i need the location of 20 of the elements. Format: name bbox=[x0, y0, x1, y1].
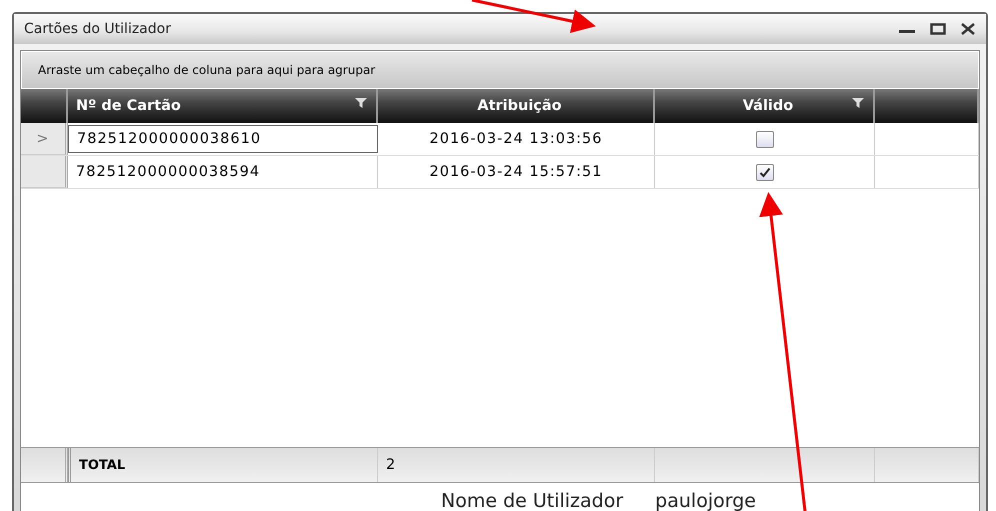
close-icon[interactable] bbox=[960, 23, 976, 35]
total-count: 2 bbox=[378, 448, 655, 482]
window-title: Cartões do Utilizador bbox=[24, 21, 171, 37]
total-label: TOTAL bbox=[68, 448, 378, 482]
column-header[interactable]: Nº de Cartão bbox=[68, 89, 378, 123]
user-value: paulojorge bbox=[655, 490, 756, 511]
table-cell: 782512000000038610 bbox=[68, 125, 378, 153]
filter-icon[interactable] bbox=[354, 97, 368, 109]
checkbox[interactable] bbox=[756, 130, 774, 148]
filter-icon[interactable] bbox=[851, 97, 865, 109]
table-cell: 2016-03-24 15:57:51 bbox=[378, 156, 655, 188]
group-hint: Arraste um cabeçalho de coluna para aqui para agrupar bbox=[38, 63, 376, 77]
maximize-icon[interactable] bbox=[930, 23, 946, 35]
row-indicator[interactable]: > bbox=[21, 123, 68, 155]
checkbox[interactable] bbox=[756, 164, 774, 180]
table-cell: 782512000000038594 bbox=[68, 156, 378, 188]
table-cell: 2016-03-24 13:03:56 bbox=[378, 123, 655, 155]
column-header[interactable]: Atribuição bbox=[378, 89, 655, 123]
column-header[interactable]: Válido bbox=[655, 89, 875, 123]
user-label: Nome de Utilizador bbox=[441, 490, 624, 511]
